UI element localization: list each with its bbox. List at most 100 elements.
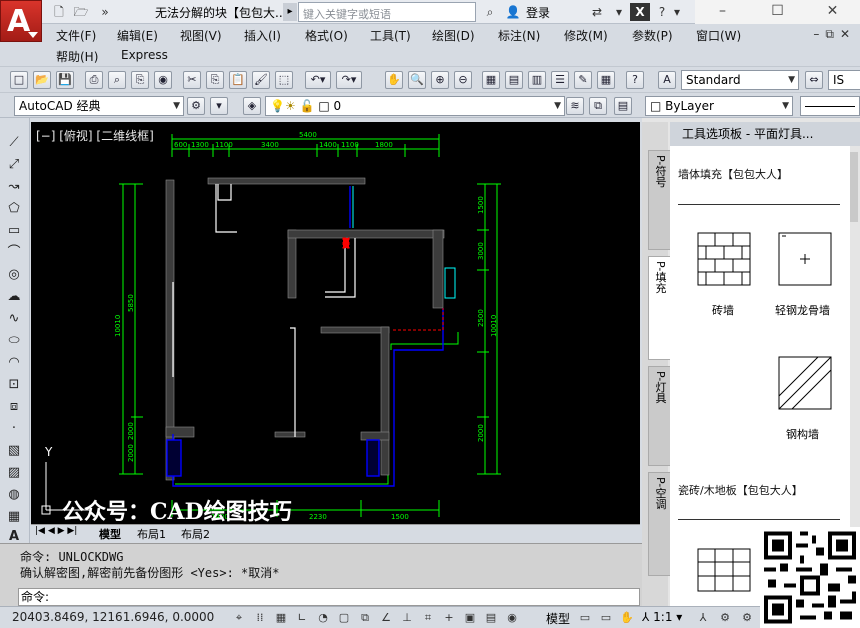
palette-title[interactable]: 工具选项板 - 平面灯具... xyxy=(670,122,860,146)
menu-draw[interactable]: 绘图(D) xyxy=(432,27,475,44)
polar-icon[interactable]: ◔ xyxy=(314,609,332,627)
palette-tab-aircon[interactable]: P-空调 xyxy=(648,472,670,576)
menu-edit[interactable]: 编辑(E) xyxy=(117,27,158,44)
lineweight-select[interactable] xyxy=(800,96,860,116)
3d-osnap-icon[interactable]: ⧉ xyxy=(356,609,374,627)
tile-grid-swatch[interactable] xyxy=(697,548,751,592)
zoom-previous-icon[interactable]: ⊖ xyxy=(454,71,472,89)
insert-block-icon[interactable]: ⊡ xyxy=(5,376,23,394)
3d-publish-icon[interactable]: ◉ xyxy=(154,71,172,89)
menu-insert[interactable]: 插入(I) xyxy=(244,27,281,44)
layer-select[interactable]: 💡☀ 🔓 □ 0 ▼ xyxy=(265,96,565,116)
coordinate-readout[interactable]: 20403.8469, 12161.6946, 0.0000 xyxy=(12,610,214,624)
quick-view-drawings-icon[interactable]: ▭ xyxy=(597,609,615,627)
brick-wall-swatch[interactable] xyxy=(697,232,751,286)
quick-properties-icon[interactable]: ▤ xyxy=(482,609,500,627)
layer-previous-icon[interactable]: ⧉ xyxy=(589,97,607,115)
redo-icon[interactable]: ↷▾ xyxy=(336,71,362,89)
minimize-icon[interactable]: – xyxy=(695,0,750,24)
table-icon[interactable]: ▦ xyxy=(5,508,23,526)
open-icon[interactable]: 🗁 xyxy=(72,3,90,21)
save-icon[interactable]: 💾 xyxy=(56,71,74,89)
publish-icon[interactable]: ⎘ xyxy=(131,71,149,89)
markup-icon[interactable]: ✎ xyxy=(574,71,592,89)
tab-model[interactable]: 模型 xyxy=(99,526,121,542)
layer-properties-icon[interactable]: ◈ xyxy=(243,97,261,115)
polyline-icon[interactable]: ↝ xyxy=(5,178,23,196)
point-icon[interactable]: · xyxy=(5,420,23,438)
osnap-icon[interactable]: ▢ xyxy=(335,609,353,627)
linetype-select[interactable]: □ ByLayer ▼ xyxy=(645,96,793,116)
match-properties-icon[interactable]: 🖌 xyxy=(252,71,270,89)
x-icon[interactable]: X xyxy=(630,3,650,21)
help-icon[interactable]: ? xyxy=(655,3,669,21)
preview-icon[interactable]: ⌕ xyxy=(108,71,126,89)
selection-cycling-icon[interactable]: ◉ xyxy=(503,609,521,627)
design-center-icon[interactable]: ▤ xyxy=(505,71,523,89)
search-input[interactable]: 键入关键字或短语 xyxy=(298,2,476,22)
snap-icon[interactable]: ⁞⁞ xyxy=(251,609,269,627)
make-current-icon[interactable]: ≋ xyxy=(566,97,584,115)
workspace-settings-icon[interactable]: ⚙ xyxy=(187,97,205,115)
workspace-switch-icon[interactable]: ⚙ xyxy=(716,609,734,627)
palette-scrollbar[interactable] xyxy=(850,152,858,222)
grid-icon[interactable]: ▦ xyxy=(272,609,290,627)
title-expand-button[interactable]: ▸ xyxy=(283,3,297,21)
menu-view[interactable]: 视图(V) xyxy=(180,27,222,44)
spline-icon[interactable]: ∿ xyxy=(5,310,23,328)
line-icon[interactable]: ⟋ xyxy=(5,134,23,152)
settings-icon[interactable]: ⚙ xyxy=(738,609,756,627)
palette-tab-symbols[interactable]: P-符号 xyxy=(648,150,670,250)
annotation-visibility-icon[interactable]: ⅄ xyxy=(694,609,712,627)
ellipse-icon[interactable]: ⬭ xyxy=(5,332,23,350)
rectangle-icon[interactable]: ▭ xyxy=(5,222,23,240)
sheet-set-icon[interactable]: ☰ xyxy=(551,71,569,89)
annotation-scale[interactable]: ⅄ 1:1 ▾ xyxy=(642,610,682,624)
gradient-icon[interactable]: ▨ xyxy=(5,464,23,482)
close-icon[interactable]: ✕ xyxy=(805,0,860,24)
calculator-icon[interactable]: ▦ xyxy=(597,71,615,89)
dim-style-icon[interactable]: ⇔ xyxy=(805,71,823,89)
tab-nav-icon[interactable]: |◀ ◀ ▶ ▶| xyxy=(35,526,77,536)
app-menu-button[interactable]: A xyxy=(0,0,42,42)
steel-structure-wall-swatch[interactable] xyxy=(778,356,832,410)
drawing-canvas[interactable]: 5400 600 1300 1100 3400 1400 1100 1800 1… xyxy=(31,122,640,524)
transparency-icon[interactable]: ▣ xyxy=(461,609,479,627)
block-editor-icon[interactable]: ⬚ xyxy=(275,71,293,89)
palette-tab-hatch[interactable]: P-填充 xyxy=(648,256,670,360)
print-icon[interactable]: ⎙ xyxy=(85,71,103,89)
qnew-icon[interactable]: □ xyxy=(10,71,28,89)
paste-icon[interactable]: 📋 xyxy=(229,71,247,89)
exchange-icon[interactable]: ⇄ xyxy=(588,3,606,21)
menu-file[interactable]: 文件(F) xyxy=(56,27,96,44)
user-icon[interactable]: 👤 xyxy=(505,3,521,21)
text-style-select[interactable]: Standard ▼ xyxy=(681,70,799,90)
light-steel-wall-swatch[interactable] xyxy=(778,232,832,286)
viewport-controls[interactable]: [−] [俯视] [二维线框] xyxy=(36,127,154,144)
cut-icon[interactable]: ✂ xyxy=(183,71,201,89)
make-block-icon[interactable]: ⧈ xyxy=(5,398,23,416)
circle-icon[interactable]: ◎ xyxy=(5,266,23,284)
dropdown-icon[interactable]: ▾ xyxy=(670,3,684,21)
menu-express[interactable]: Express xyxy=(121,48,168,62)
menu-format[interactable]: 格式(O) xyxy=(305,27,348,44)
help-icon[interactable]: ? xyxy=(626,71,644,89)
more-icon[interactable]: » xyxy=(96,3,114,21)
pan-status-icon[interactable]: ✋ xyxy=(618,609,636,627)
maximize-icon[interactable]: ☐ xyxy=(750,0,805,24)
pan-icon[interactable]: ✋ xyxy=(385,71,403,89)
undo-icon[interactable]: ↶▾ xyxy=(305,71,331,89)
sign-in-link[interactable]: 登录 xyxy=(526,4,550,21)
ortho-icon[interactable]: ∟ xyxy=(293,609,311,627)
menu-dimension[interactable]: 标注(N) xyxy=(498,27,540,44)
model-space-button[interactable]: 模型 xyxy=(546,610,570,627)
construction-line-icon[interactable]: ⤢ xyxy=(5,156,23,174)
document-window-controls[interactable]: –⧉✕ xyxy=(813,27,856,42)
dropdown-icon[interactable]: ▾ xyxy=(612,3,626,21)
region-icon[interactable]: ◍ xyxy=(5,486,23,504)
binoculars-icon[interactable]: ⌕ xyxy=(481,3,499,21)
text-style-icon[interactable]: A xyxy=(658,71,676,89)
open-file-icon[interactable]: 📂 xyxy=(33,71,51,89)
quick-view-layouts-icon[interactable]: ▭ xyxy=(576,609,594,627)
properties-icon[interactable]: ▦ xyxy=(482,71,500,89)
